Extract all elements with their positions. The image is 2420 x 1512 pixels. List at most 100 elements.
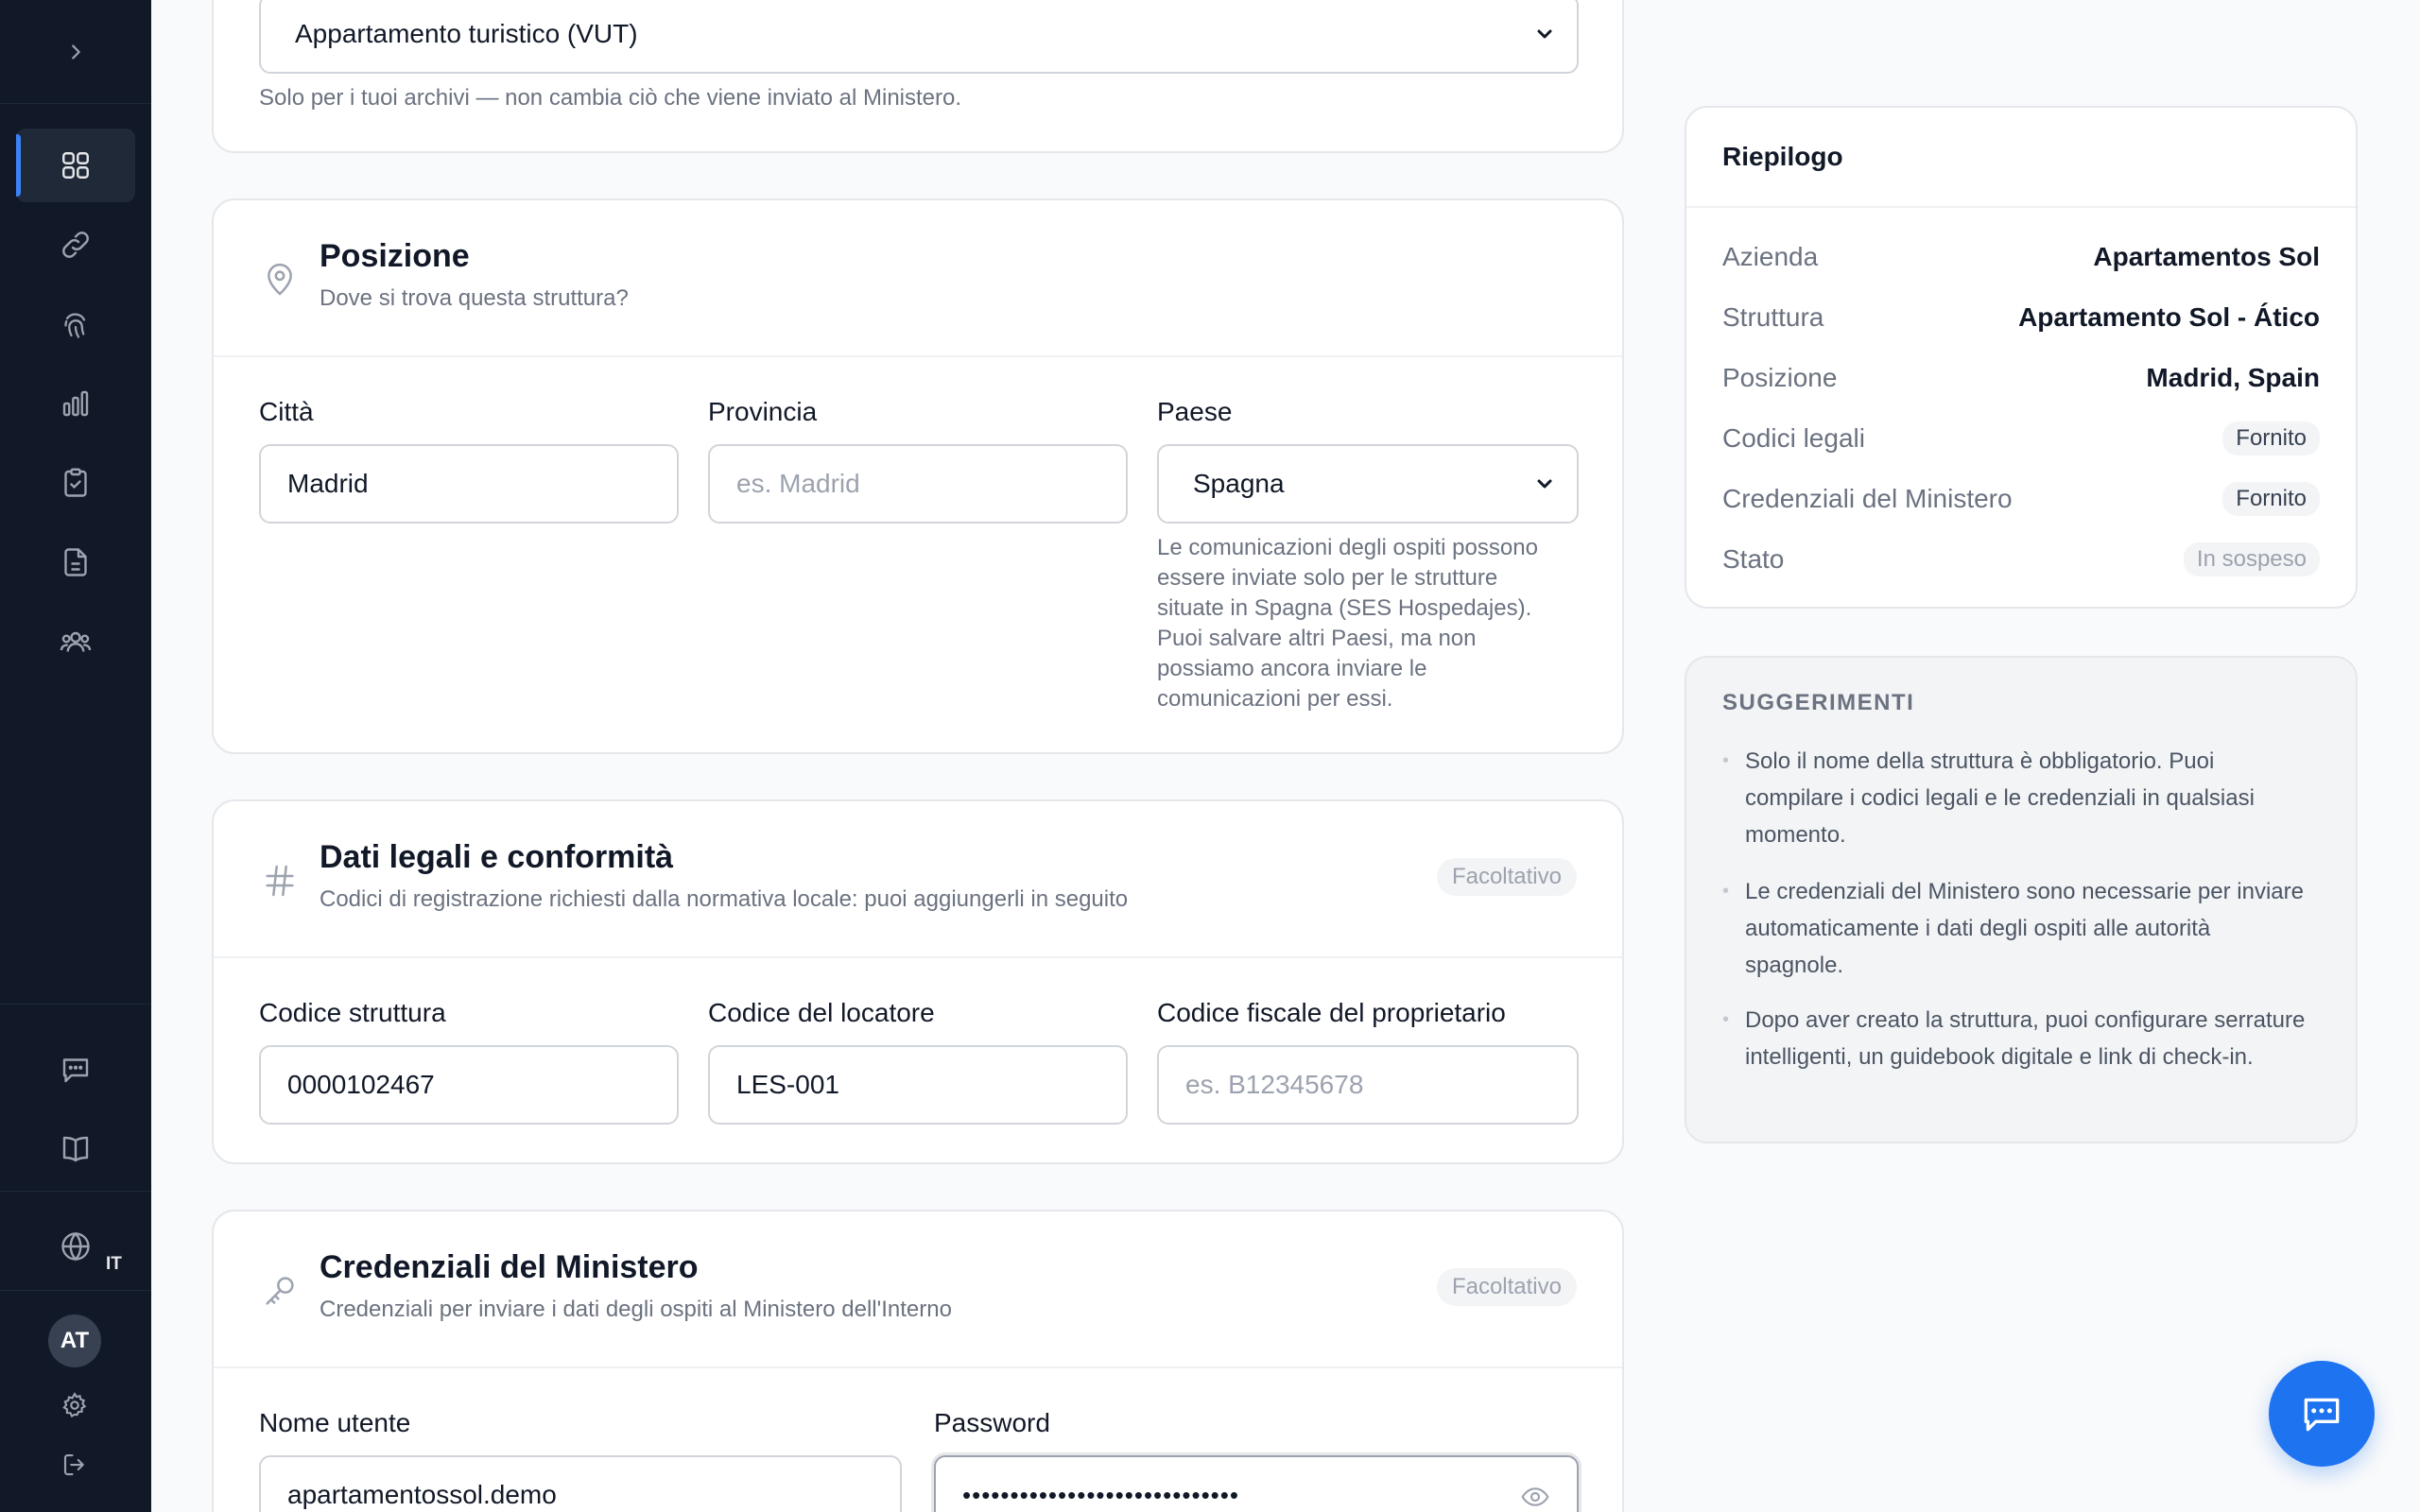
logout-button[interactable] <box>59 1449 91 1481</box>
sidebar-item-reports[interactable] <box>16 367 135 440</box>
optional-badge: Facoltativo <box>1436 858 1577 896</box>
language-code: IT <box>106 1254 122 1274</box>
dashboard-icon <box>62 152 89 179</box>
landlord-code-input[interactable] <box>708 1045 1128 1125</box>
tips-panel: SUGGERIMENTI Solo il nome della struttur… <box>1685 656 2358 1143</box>
password-mask: ••••••••••••••••••••••••••••• <box>962 1480 1239 1509</box>
summary-row: Azienda Apartamentos Sol <box>1722 238 2320 276</box>
property-type-value: Appartamento turistico (VUT) <box>295 19 638 48</box>
key-icon <box>266 1277 294 1305</box>
chevron-down-icon <box>1537 479 1552 489</box>
position-title: Posizione <box>320 238 470 274</box>
summary-key: Posizione <box>1722 363 1838 392</box>
province-label: Provincia <box>708 397 818 426</box>
summary-panel: Riepilogo Azienda Apartamentos Sol Strut… <box>1685 106 2358 609</box>
summary-row: Codici legali Fornito <box>1722 420 2320 457</box>
country-select[interactable]: Spagna <box>1157 444 1579 524</box>
support-chat-button[interactable] <box>2269 1361 2375 1467</box>
fingerprint-icon <box>64 313 86 338</box>
summary-row: Credenziali del Ministero Fornito <box>1722 480 2320 518</box>
position-card-header: Posizione Dove si trova questa struttura… <box>214 200 1622 357</box>
province-input[interactable] <box>708 444 1128 524</box>
link-icon <box>62 232 89 258</box>
city-label: Città <box>259 397 314 426</box>
city-input[interactable] <box>259 444 679 524</box>
settings-button[interactable] <box>59 1389 91 1421</box>
sidebar-item-guide[interactable] <box>16 1112 135 1186</box>
sidebar-item-team[interactable] <box>16 605 135 679</box>
legal-subtitle: Codici di registrazione richiesti dalla … <box>320 886 1129 912</box>
position-card: Posizione Dove si trova questa struttura… <box>212 198 1624 754</box>
globe-icon <box>61 1231 90 1262</box>
sidebar-item-links[interactable] <box>16 208 135 282</box>
summary-value: Madrid, Spain <box>2146 363 2320 392</box>
credentials-card-header: Credenziali del Ministero Credenziali pe… <box>214 1211 1622 1368</box>
credentials-title: Credenziali del Ministero <box>320 1249 699 1285</box>
hash-icon <box>266 865 294 897</box>
summary-row: Stato In sospeso <box>1722 541 2320 578</box>
language-button[interactable] <box>49 1220 102 1273</box>
tips-title: SUGGERIMENTI <box>1722 690 1915 715</box>
sidebar: IT AT <box>0 0 151 1512</box>
chevron-down-icon <box>1537 29 1552 39</box>
summary-key: Struttura <box>1722 302 1824 332</box>
property-code-label: Codice struttura <box>259 998 446 1027</box>
language-switcher: IT <box>0 1191 151 1291</box>
username-label: Nome utente <box>259 1408 411 1437</box>
document-icon <box>64 548 87 576</box>
summary-key: Codici legali <box>1722 423 1865 453</box>
country-value: Spagna <box>1193 469 1285 498</box>
summary-key: Azienda <box>1722 242 1819 271</box>
gear-icon <box>62 1392 87 1418</box>
tip-item: Le credenziali del Ministero sono necess… <box>1722 873 2308 984</box>
bar-chart-icon <box>62 390 89 417</box>
position-subtitle: Dove si trova questa struttura? <box>320 285 629 311</box>
summary-title: Riepilogo <box>1686 108 2356 208</box>
avatar[interactable]: AT <box>48 1314 101 1367</box>
username-input[interactable] <box>259 1455 902 1512</box>
owner-tax-id-input[interactable] <box>1157 1045 1579 1125</box>
status-badge: Fornito <box>2222 482 2320 516</box>
legal-card-header: Dati legali e conformità Codici di regis… <box>214 801 1622 958</box>
logout-icon <box>63 1453 84 1476</box>
chat-icon <box>62 1058 89 1083</box>
eye-icon <box>1521 1487 1549 1506</box>
chevron-right-icon <box>72 43 80 60</box>
owner-tax-id-label: Codice fiscale del proprietario <box>1157 998 1506 1027</box>
tip-item: Solo il nome della struttura è obbligato… <box>1722 743 2308 853</box>
toggle-password-visibility[interactable] <box>1518 1480 1552 1512</box>
legal-card: Dati legali e conformità Codici di regis… <box>212 799 1624 1164</box>
summary-row: Posizione Madrid, Spain <box>1722 359 2320 397</box>
summary-key: Credenziali del Ministero <box>1722 484 2013 513</box>
sidebar-item-checklists[interactable] <box>16 446 135 520</box>
sidebar-item-chat[interactable] <box>16 1033 135 1107</box>
optional-badge: Facoltativo <box>1436 1268 1577 1306</box>
sidebar-item-documents[interactable] <box>16 525 135 599</box>
country-help: Le comunicazioni degli ospiti possono es… <box>1157 535 1538 712</box>
password-label: Password <box>934 1408 1050 1437</box>
summary-row: Struttura Apartamento Sol - Ático <box>1722 299 2320 336</box>
property-code-input[interactable] <box>259 1045 679 1125</box>
sidebar-nav <box>0 129 151 684</box>
expand-sidebar-button[interactable] <box>53 29 98 75</box>
clipboard-check-icon <box>64 468 87 497</box>
summary-value: Apartamentos Sol <box>2093 242 2320 271</box>
property-type-help: Solo per i tuoi archivi — non cambia ciò… <box>259 85 962 111</box>
status-badge: Fornito <box>2222 421 2320 455</box>
summary-key: Stato <box>1722 544 1785 574</box>
sidebar-support <box>0 1004 151 1192</box>
summary-value: Apartamento Sol - Ático <box>2018 302 2320 332</box>
book-icon <box>62 1136 89 1162</box>
credentials-card: Credenziali del Ministero Credenziali pe… <box>212 1210 1624 1512</box>
chat-icon <box>2304 1398 2340 1432</box>
sidebar-item-access[interactable] <box>16 287 135 361</box>
sidebar-item-dashboard[interactable] <box>16 129 135 202</box>
landlord-code-label: Codice del locatore <box>708 998 935 1027</box>
map-pin-icon <box>268 264 292 296</box>
credentials-subtitle: Credenziali per inviare i dati degli osp… <box>320 1297 952 1322</box>
sidebar-header <box>0 0 151 104</box>
property-type-select[interactable]: Appartamento turistico (VUT) <box>259 0 1579 74</box>
country-label: Paese <box>1157 397 1233 426</box>
status-badge: In sospeso <box>2183 542 2320 576</box>
password-input[interactable]: ••••••••••••••••••••••••••••• <box>934 1455 1579 1512</box>
